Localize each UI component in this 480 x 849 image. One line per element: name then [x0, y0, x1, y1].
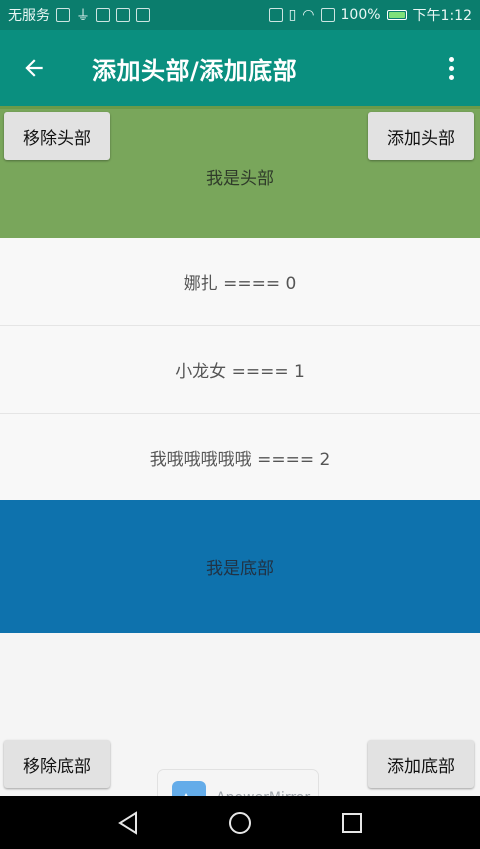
- list-item[interactable]: 我哦哦哦哦哦 ==== 2: [0, 414, 480, 502]
- battery-icon: [386, 10, 407, 20]
- nav-home-button[interactable]: [223, 806, 257, 840]
- clock: 下午1:12: [412, 8, 472, 24]
- recents-square-icon: [342, 812, 362, 833]
- list-item[interactable]: 小龙女 ==== 1: [0, 326, 480, 414]
- cast-icon: [268, 8, 283, 22]
- header-label: 我是头部: [206, 169, 274, 189]
- weibo-icon: [96, 8, 110, 22]
- list-item[interactable]: 娜扎 ==== 0: [0, 238, 480, 326]
- remove-header-button[interactable]: 移除头部: [4, 112, 110, 160]
- back-button[interactable]: [14, 48, 54, 88]
- photo-icon: [56, 8, 70, 22]
- footer-label: 我是底部: [206, 559, 274, 579]
- status-right: ▯ ◠ 100% 下午1:12: [268, 5, 472, 25]
- add-header-button[interactable]: 添加头部: [368, 112, 474, 160]
- nav-recents-button[interactable]: [335, 806, 369, 840]
- battery-percent: 100%: [340, 7, 381, 23]
- arrow-left-icon: [25, 59, 43, 77]
- nav-back-button[interactable]: [111, 806, 145, 840]
- back-triangle-icon: [118, 810, 137, 835]
- usb-icon: ⏚: [76, 8, 90, 24]
- location-icon: [116, 8, 130, 22]
- vibrate-icon: ▯: [288, 7, 297, 23]
- status-bar: 无服务 ⏚ ▯ ◠ 100% 下午1:12: [0, 0, 480, 30]
- overflow-menu-button[interactable]: [436, 48, 466, 88]
- calendar-icon: [136, 8, 150, 22]
- sim-icon: [320, 8, 335, 22]
- page-title: 添加头部/添加底部: [92, 56, 298, 85]
- more-vert-icon: [448, 56, 454, 80]
- app-toolbar: 添加头部/添加底部: [0, 30, 480, 106]
- home-circle-icon: [229, 811, 251, 834]
- item-list: 娜扎 ==== 0 小龙女 ==== 1 我哦哦哦哦哦 ==== 2: [0, 238, 480, 502]
- remove-footer-button[interactable]: 移除底部: [4, 740, 110, 788]
- status-left: 无服务 ⏚: [8, 5, 150, 25]
- system-nav-bar: [0, 796, 480, 849]
- wifi-icon: ◠: [302, 7, 315, 23]
- carrier-text: 无服务: [8, 8, 50, 24]
- list-footer: 我是底部: [0, 500, 480, 633]
- add-footer-button[interactable]: 添加底部: [368, 740, 474, 788]
